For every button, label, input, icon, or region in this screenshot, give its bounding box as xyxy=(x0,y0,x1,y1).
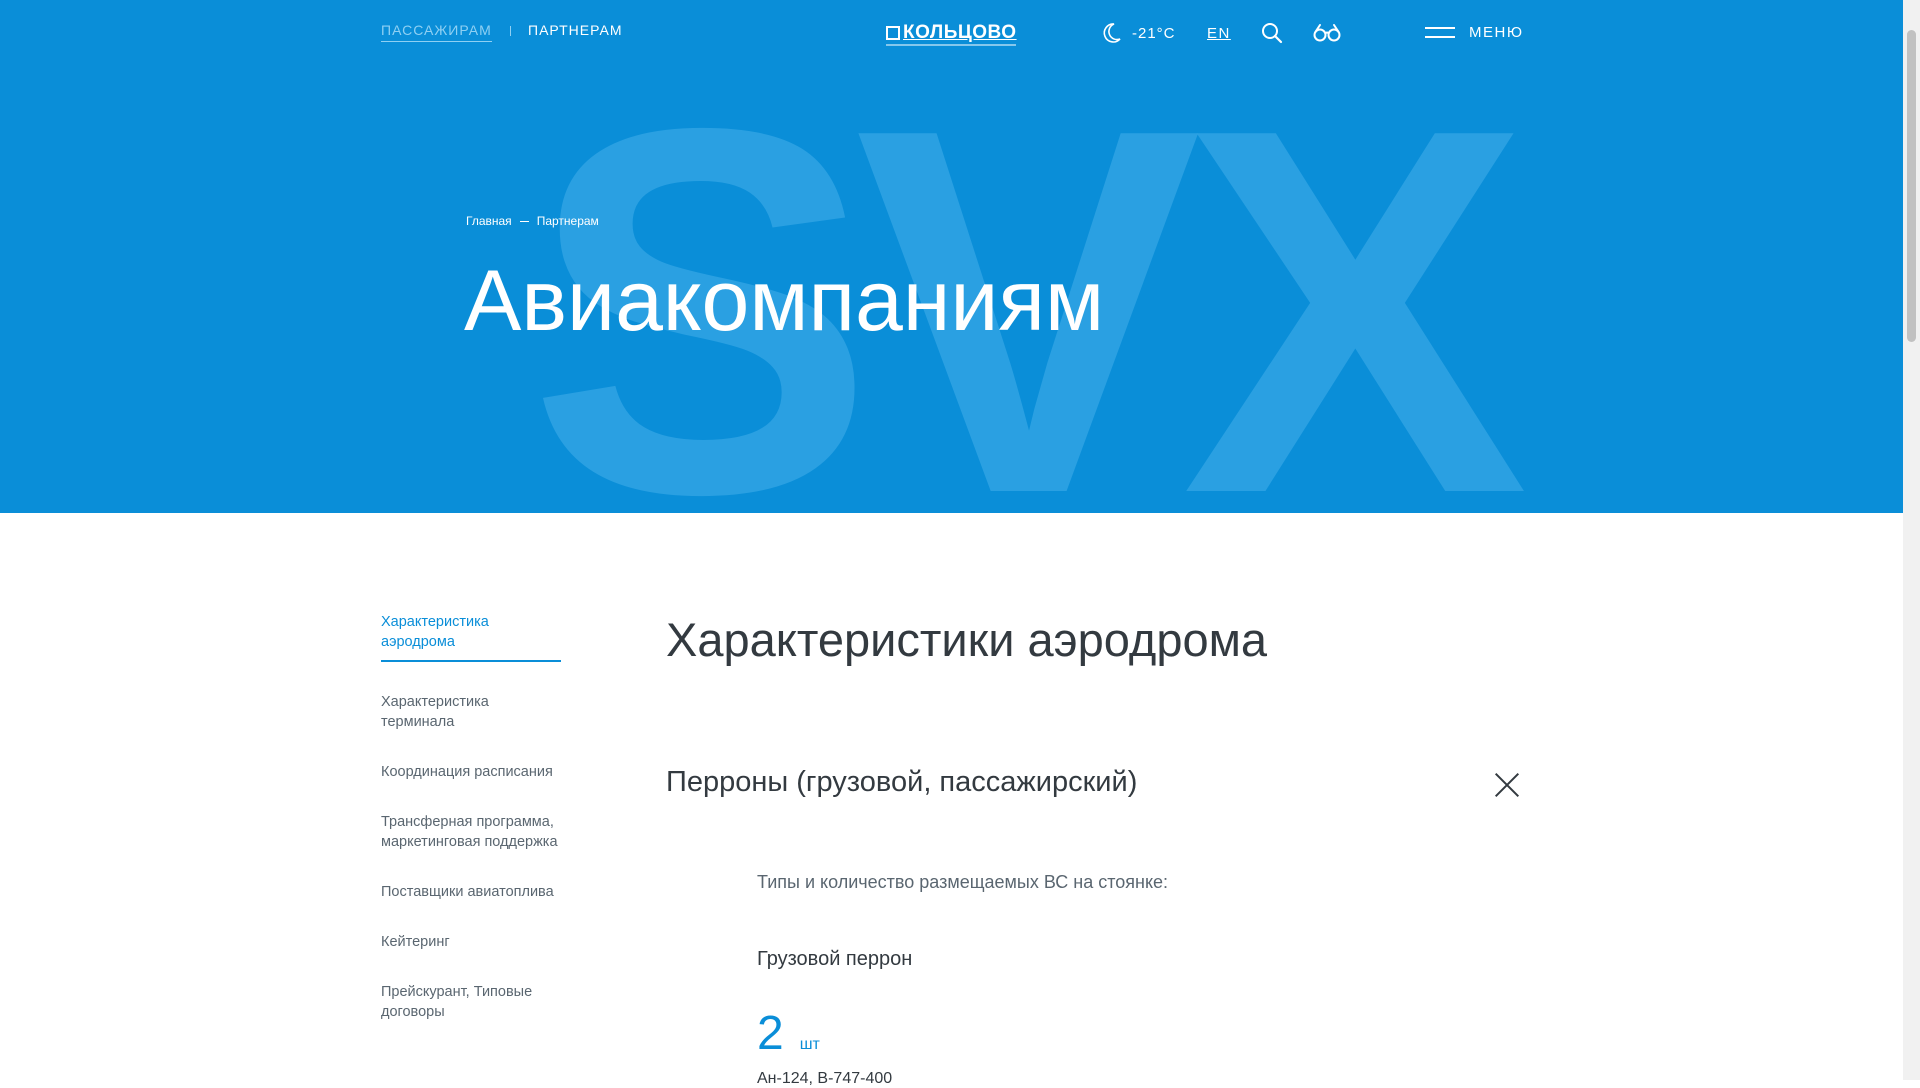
accessibility-button[interactable] xyxy=(1313,22,1341,49)
stand-count-unit: шт xyxy=(799,1036,820,1053)
weather-temperature: -21°C xyxy=(1132,24,1176,42)
cargo-apron-title: Грузовой перрон xyxy=(757,948,913,970)
accordion-title[interactable]: Перроны (грузовой, пассажирский) xyxy=(666,766,1137,799)
stand-count: 2 шт xyxy=(757,1010,820,1058)
menu-button[interactable]: МЕНЮ xyxy=(1425,24,1524,41)
search-icon xyxy=(1262,23,1283,44)
glasses-icon xyxy=(1313,24,1341,42)
nav-separator xyxy=(510,26,511,36)
breadcrumb-separator xyxy=(519,220,529,222)
logo-text: КОЛЬЦОВО xyxy=(903,22,1017,43)
sidebar-item-terminal[interactable]: Характеристика терминала xyxy=(381,692,561,732)
hamburger-icon xyxy=(1425,26,1455,39)
stand-count-value: 2 xyxy=(757,1007,784,1060)
breadcrumb-partners-link[interactable]: Партнерам xyxy=(537,214,599,228)
sidebar-item-fuel[interactable]: Поставщики авиатоплива xyxy=(381,882,561,902)
logo-mark-icon xyxy=(886,26,900,40)
nav-passengers-link[interactable]: ПАССАЖИРАМ xyxy=(381,22,492,42)
sidebar-item-aerodrome[interactable]: Характеристика аэродрома xyxy=(381,612,561,662)
section-title: Характеристики аэродрома xyxy=(666,613,1268,666)
aircraft-types: Ан-124, B-747-400 xyxy=(757,1070,893,1087)
sidebar-nav: Характеристика аэродрома Характеристика … xyxy=(381,612,561,1052)
page-scrollbar[interactable] xyxy=(1903,0,1920,1080)
sidebar-item-catering[interactable]: Кейтеринг xyxy=(381,932,561,952)
aircraft-types-label: Типы и количество размещаемых ВС на стоя… xyxy=(757,872,1169,892)
menu-label: МЕНЮ xyxy=(1469,24,1524,41)
scrollbar-thumb[interactable] xyxy=(1907,30,1916,342)
language-switch[interactable]: EN xyxy=(1207,25,1231,42)
logo-underline xyxy=(886,44,1016,46)
breadcrumb: Главная Партнерам xyxy=(466,214,599,228)
breadcrumb-home-link[interactable]: Главная xyxy=(466,214,512,228)
search-button[interactable] xyxy=(1261,22,1283,49)
nav-partners-link[interactable]: ПАРТНЕРАМ xyxy=(528,22,623,38)
sidebar-item-pricelist[interactable]: Прейскурант, Типовые договоры xyxy=(381,982,561,1022)
moon-icon xyxy=(1103,23,1121,43)
top-navigation: ПАССАЖИРАМ ПАРТНЕРАМ КОЛЬЦОВО -21°C EN М… xyxy=(0,0,1903,70)
sidebar-item-schedule[interactable]: Координация расписания xyxy=(381,762,561,782)
accordion-close-icon[interactable] xyxy=(1494,772,1520,798)
hero-banner: SVX ПАССАЖИРАМ ПАРТНЕРАМ КОЛЬЦОВО -21°C … xyxy=(0,0,1903,513)
sidebar-item-transfer[interactable]: Трансферная программа, маркетинговая под… xyxy=(381,812,561,852)
koltsovo-logo[interactable]: КОЛЬЦОВО xyxy=(886,22,1017,46)
weather-widget: -21°C xyxy=(1100,22,1176,44)
page-title: Авиакомпаниям xyxy=(464,253,1105,349)
